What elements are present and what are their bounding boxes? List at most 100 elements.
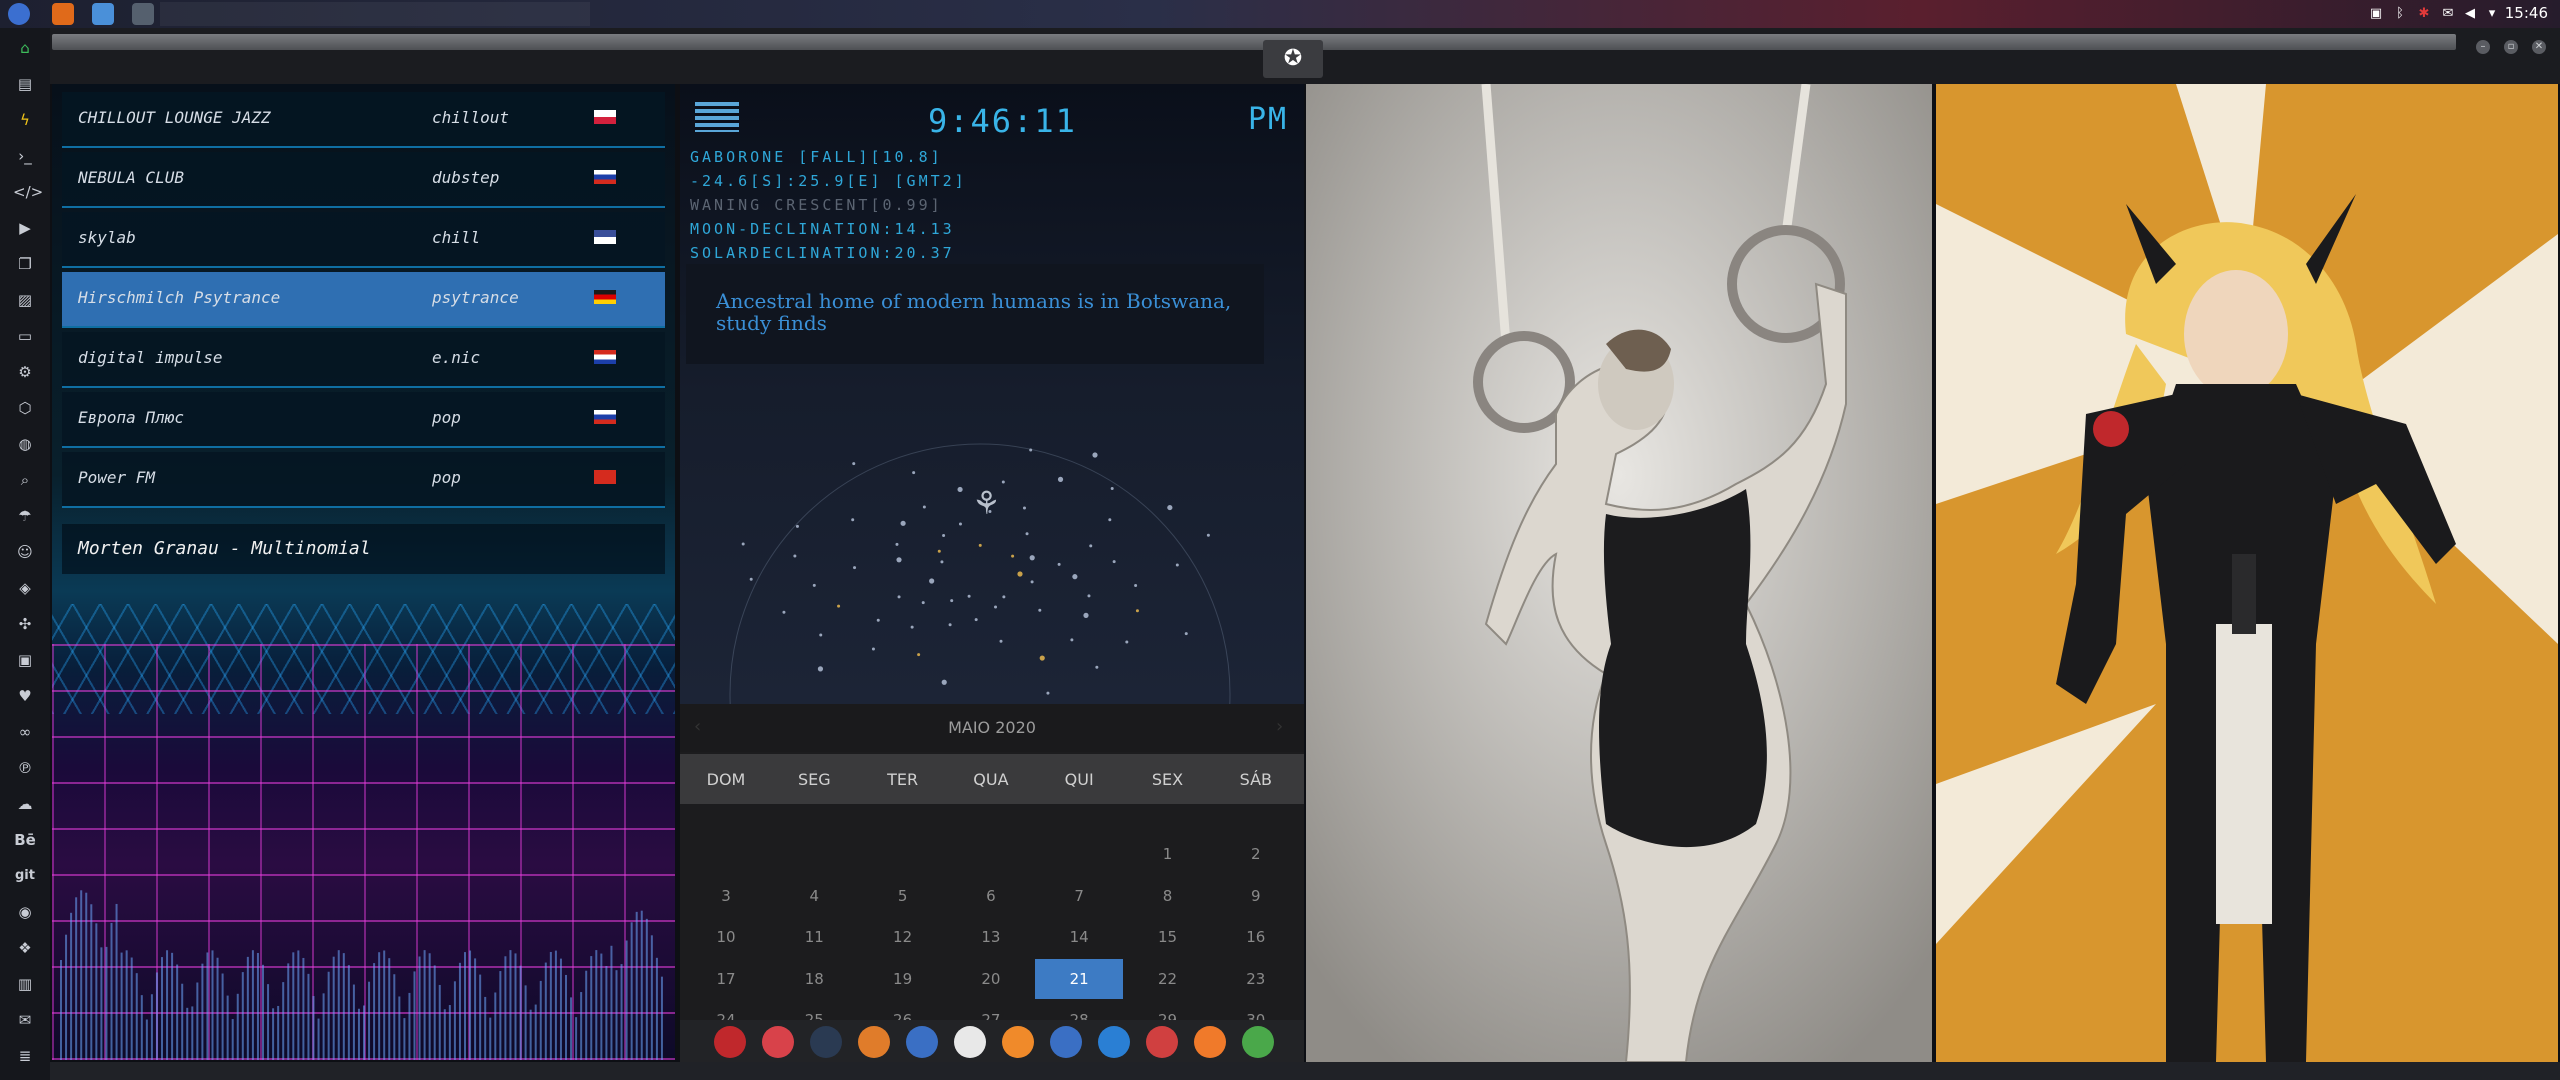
globe-icon[interactable]: ◍ xyxy=(13,432,37,456)
code-icon[interactable]: </> xyxy=(13,180,43,204)
hexagon-icon[interactable]: ⬡ xyxy=(13,396,37,420)
card-icon[interactable]: ▭ xyxy=(13,324,37,348)
station-genre: chill xyxy=(432,228,481,247)
settings-icon[interactable]: ✱ xyxy=(2416,6,2432,22)
github-icon[interactable]: ◉ xyxy=(13,900,37,924)
cloud-icon[interactable]: ☁ xyxy=(13,792,37,816)
heart-icon[interactable]: ♥ xyxy=(13,684,37,708)
news-headline[interactable]: Ancestral home of modern humans is in Bo… xyxy=(716,290,1236,334)
maximize-icon[interactable]: ▫ xyxy=(2504,40,2518,54)
calendar-day[interactable]: 3 xyxy=(682,876,770,916)
tag-icon[interactable]: ◈ xyxy=(13,576,37,600)
spectrum-bar xyxy=(575,1017,578,1060)
next-month-icon[interactable]: › xyxy=(1276,716,1283,737)
document-icon[interactable]: ▤ xyxy=(13,72,37,96)
copy-icon[interactable]: ❐ xyxy=(13,252,37,276)
terminal-icon[interactable]: ›_ xyxy=(13,144,37,168)
clock-icon[interactable] xyxy=(1050,1026,1082,1058)
image-viewer-icon[interactable] xyxy=(858,1026,890,1058)
window-drag-strip[interactable] xyxy=(52,34,2456,50)
calendar-day[interactable]: 17 xyxy=(682,959,770,999)
files-icon[interactable] xyxy=(92,3,114,25)
station-row[interactable]: skylab chill xyxy=(62,212,665,268)
station-row[interactable]: Power FM pop xyxy=(62,452,665,508)
lightning-icon[interactable]: ϟ xyxy=(13,108,37,132)
station-row[interactable]: Hirschmilch Psytrance psytrance xyxy=(62,272,665,328)
calendar-day[interactable]: 9 xyxy=(1212,876,1300,916)
station-name: CHILLOUT LOUNGE JAZZ xyxy=(78,108,271,127)
umbrella-icon[interactable]: ☂ xyxy=(13,504,37,528)
hourglass-icon[interactable] xyxy=(762,1026,794,1058)
unity-icon[interactable] xyxy=(132,3,154,25)
calendar-day[interactable]: 22 xyxy=(1124,959,1212,999)
calendar-day[interactable]: 11 xyxy=(770,917,858,957)
volume-icon[interactable]: ◀ xyxy=(2462,6,2478,22)
adobe-icon[interactable] xyxy=(714,1026,746,1058)
gear-icon[interactable]: ⚙ xyxy=(13,360,37,384)
git-icon[interactable]: git xyxy=(13,864,37,888)
home-icon[interactable]: ⌂ xyxy=(13,36,37,60)
map-icon[interactable]: ▥ xyxy=(13,972,37,996)
chromium-icon[interactable] xyxy=(8,3,30,25)
translate-icon[interactable] xyxy=(906,1026,938,1058)
play-icon[interactable]: ▶ xyxy=(13,216,37,240)
minimize-icon[interactable]: – xyxy=(2476,40,2490,54)
star xyxy=(1112,560,1116,564)
close-icon[interactable]: ✕ xyxy=(2532,40,2546,54)
image-icon[interactable]: ▨ xyxy=(13,288,37,312)
calendar-day[interactable]: 19 xyxy=(859,959,947,999)
wifi-icon[interactable]: ▾ xyxy=(2484,6,2500,22)
calendar-day[interactable]: 13 xyxy=(947,917,1035,957)
station-row[interactable]: Европа Плюс pop xyxy=(62,392,665,448)
calendar-day[interactable]: 2 xyxy=(1212,834,1300,874)
calendar-day[interactable]: 18 xyxy=(770,959,858,999)
system-clock[interactable]: 15:46 xyxy=(2505,4,2548,22)
pinterest-icon[interactable]: ℗ xyxy=(13,756,37,780)
globe-dark-icon[interactable] xyxy=(810,1026,842,1058)
calendar-day[interactable]: 4 xyxy=(770,876,858,916)
calendar-day[interactable]: 10 xyxy=(682,917,770,957)
expand-icon[interactable]: ✣ xyxy=(13,612,37,636)
calendar-icon[interactable] xyxy=(1146,1026,1178,1058)
calendar-day[interactable]: 14 xyxy=(1035,917,1123,957)
news-box[interactable]: Ancestral home of modern humans is in Bo… xyxy=(686,264,1264,364)
yandex-icon[interactable] xyxy=(1242,1026,1274,1058)
station-name: digital impulse xyxy=(78,348,223,367)
contact-icon[interactable]: ☺ xyxy=(13,540,37,564)
search-icon[interactable]: ⌕ xyxy=(13,468,37,492)
station-row[interactable]: digital impulse e.nic xyxy=(62,332,665,388)
mail-icon[interactable]: ✉ xyxy=(2440,6,2456,22)
station-genre: e.nic xyxy=(432,348,481,367)
taskbar-area[interactable] xyxy=(160,2,590,26)
calendar-day[interactable]: 6 xyxy=(947,876,1035,916)
star xyxy=(1134,584,1138,588)
email-icon[interactable]: ✉ xyxy=(13,1008,37,1032)
list-icon[interactable]: ≣ xyxy=(13,1044,37,1068)
bluetooth-icon[interactable]: ᛒ xyxy=(2392,6,2408,22)
calendar-day[interactable]: 8 xyxy=(1124,876,1212,916)
station-row[interactable]: CHILLOUT LOUNGE JAZZ chillout xyxy=(62,92,665,148)
calendar-day[interactable]: 12 xyxy=(859,917,947,957)
weekday-label: QUI xyxy=(1064,770,1094,789)
station-row[interactable]: NEBULA CLUB dubstep xyxy=(62,152,665,208)
dropbox-icon[interactable]: ❖ xyxy=(13,936,37,960)
calendar-day[interactable]: 16 xyxy=(1212,917,1300,957)
calendar-day[interactable]: 21 xyxy=(1035,958,1124,999)
calendar-day[interactable]: 15 xyxy=(1124,917,1212,957)
search-icon[interactable] xyxy=(1002,1026,1034,1058)
link-icon[interactable]: ∞ xyxy=(13,720,37,744)
image-icon[interactable]: ▣ xyxy=(2368,6,2384,22)
calendar-day[interactable]: 1 xyxy=(1124,834,1212,874)
rebel-alliance-icon[interactable]: ✪ xyxy=(1263,40,1323,78)
behance-icon[interactable]: Bē xyxy=(13,828,37,852)
sublime-icon[interactable] xyxy=(52,3,74,25)
calendar-day[interactable]: 23 xyxy=(1212,959,1300,999)
calendar-day[interactable]: 5 xyxy=(859,876,947,916)
youtube-icon[interactable]: ▣ xyxy=(13,648,37,672)
calendar-day[interactable]: 7 xyxy=(1035,876,1123,916)
terminal-icon[interactable] xyxy=(1194,1026,1226,1058)
calendar-day[interactable]: 20 xyxy=(947,959,1035,999)
news-icon[interactable] xyxy=(954,1026,986,1058)
menu-icon[interactable] xyxy=(695,102,739,132)
web-icon[interactable] xyxy=(1098,1026,1130,1058)
